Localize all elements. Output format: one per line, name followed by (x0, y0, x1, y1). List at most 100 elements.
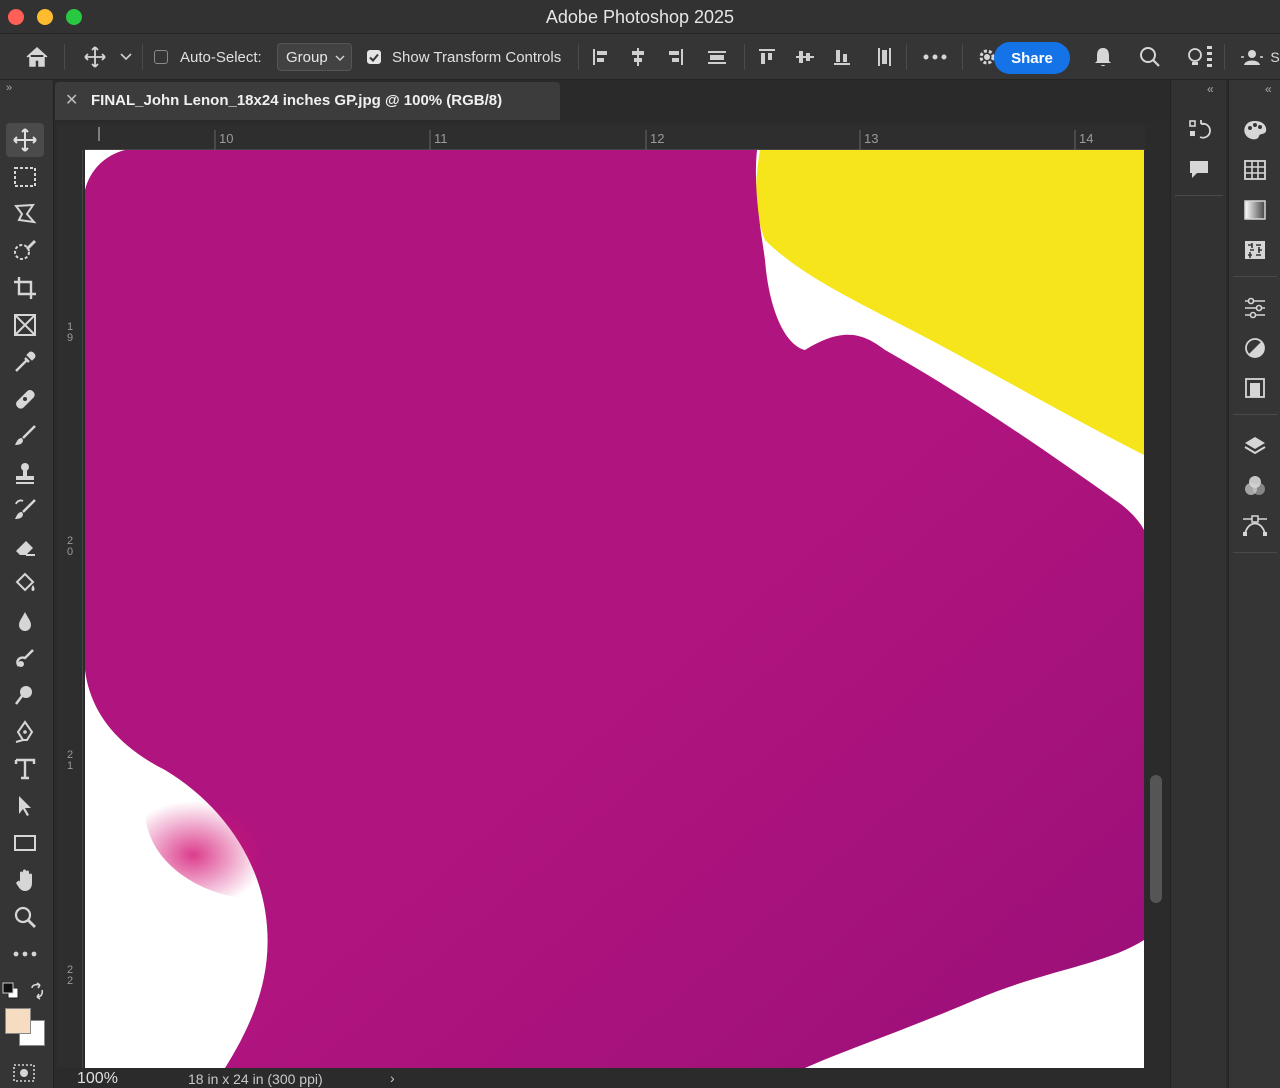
adjustments-panel-button[interactable] (1237, 332, 1273, 364)
search-icon (1140, 47, 1160, 67)
move-tool-preset-button[interactable] (80, 34, 110, 80)
eyedropper-tool[interactable] (6, 345, 44, 379)
rectangle-icon (14, 835, 36, 851)
move-tool[interactable] (6, 123, 44, 157)
quick-mask-button[interactable] (13, 1064, 35, 1087)
move-icon (13, 128, 37, 152)
distribute-vertical-button[interactable] (873, 34, 895, 80)
distribute-horizontal-button[interactable] (705, 34, 729, 80)
crop-tool[interactable] (6, 271, 44, 305)
hand-tool[interactable] (6, 863, 44, 897)
paths-panel-button[interactable] (1237, 510, 1273, 542)
marquee-tool[interactable] (6, 160, 44, 194)
speech-bubble-icon (1190, 161, 1208, 178)
pen-tool[interactable] (6, 715, 44, 749)
layers-icon (1244, 437, 1266, 455)
collapse-panels-icon[interactable]: « (1207, 82, 1214, 96)
channels-panel-button[interactable] (1237, 470, 1273, 502)
object-select-tool[interactable] (6, 234, 44, 268)
brush-tool[interactable] (6, 419, 44, 453)
libraries-panel-button[interactable] (1237, 372, 1273, 404)
chevron-down-icon[interactable] (116, 34, 136, 80)
document-canvas[interactable] (85, 150, 1144, 1068)
more-options-button[interactable] (920, 34, 950, 80)
type-icon (14, 758, 36, 780)
ruler-origin[interactable] (57, 124, 85, 150)
align-bottom-button[interactable] (831, 34, 853, 80)
dodge-tool[interactable] (6, 678, 44, 712)
chevron-right-icon[interactable]: › (390, 1070, 395, 1086)
discover-button[interactable] (1180, 34, 1216, 80)
healing-tool[interactable] (6, 382, 44, 416)
document-info[interactable]: 18 in x 24 in (300 ppi) (188, 1071, 323, 1087)
home-button[interactable] (20, 34, 54, 80)
hand-icon (16, 869, 32, 891)
lightbulb-icon (1188, 46, 1212, 67)
title-bar: Adobe Photoshop 2025 (0, 0, 1280, 34)
zoom-tool[interactable] (6, 900, 44, 934)
sliders-icon (1245, 297, 1265, 319)
notifications-button[interactable] (1090, 34, 1116, 80)
workspace-button[interactable] (1238, 34, 1266, 80)
comments-panel-button[interactable] (1181, 154, 1217, 186)
align-left-button[interactable] (590, 34, 612, 80)
auto-select-checkbox[interactable] (153, 34, 169, 80)
auto-select-mode-dropdown[interactable]: Group (277, 43, 352, 71)
rectangle-tool[interactable] (6, 826, 44, 860)
close-tab-icon[interactable]: ✕ (65, 90, 78, 110)
distribute-icon (708, 51, 726, 64)
document-tab[interactable]: ✕ FINAL_John Lenon_18x24 inches GP.jpg @… (55, 82, 560, 120)
frame-tool[interactable] (6, 308, 44, 342)
show-transform-checkbox[interactable] (366, 34, 382, 80)
paint-bucket-tool[interactable] (6, 567, 44, 601)
zoom-level[interactable]: 100% (77, 1070, 118, 1088)
ruler-label: 22 (66, 964, 74, 987)
vertical-ruler[interactable]: 19 20 21 22 (57, 150, 83, 1068)
smudge-tool[interactable] (6, 641, 44, 675)
collapse-panels-icon[interactable]: « (1265, 82, 1272, 96)
ruler-label: 10 (219, 131, 234, 146)
home-icon (26, 46, 48, 67)
horizontal-ruler[interactable]: 10 11 12 13 14 (85, 124, 1145, 150)
more-tools[interactable] (6, 937, 44, 971)
align-right-button[interactable] (664, 34, 686, 80)
foreground-color-swatch[interactable] (5, 1008, 31, 1034)
arrow-cursor-icon (19, 796, 31, 816)
search-button[interactable] (1137, 34, 1163, 80)
stamp-tool[interactable] (6, 456, 44, 490)
move-icon (84, 46, 106, 68)
blur-tool[interactable] (6, 604, 44, 638)
libraries-icon (1245, 378, 1265, 398)
share-button[interactable]: Share (994, 42, 1070, 74)
type-tool[interactable] (6, 752, 44, 786)
history-brush-icon (15, 499, 36, 519)
gradients-panel-button[interactable] (1237, 194, 1273, 226)
swap-colors-icon[interactable] (28, 982, 46, 1000)
history-panel-button[interactable] (1181, 114, 1217, 146)
swatches-panel-button[interactable] (1237, 154, 1273, 186)
ruler-label: 13 (864, 131, 879, 146)
align-horizontal-center-button[interactable] (627, 34, 649, 80)
paint-bucket-icon (15, 572, 35, 592)
eraser-tool[interactable] (6, 530, 44, 564)
align-top-button[interactable] (756, 34, 778, 80)
droplet-icon (19, 612, 31, 631)
expand-tools-icon[interactable]: » (6, 82, 12, 94)
default-colors-icon[interactable] (2, 982, 20, 1000)
properties-panel-button[interactable] (1237, 292, 1273, 324)
path-select-tool[interactable] (6, 789, 44, 823)
patterns-panel-button[interactable] (1237, 234, 1273, 266)
ruler-label: 19 (66, 321, 74, 344)
crop-icon (14, 277, 36, 299)
color-panel-button[interactable] (1237, 114, 1273, 146)
vertical-scrollbar[interactable] (1150, 775, 1162, 903)
history-brush-tool[interactable] (6, 493, 44, 527)
options-bar: Auto-Select: Group Show Transform Contro… (0, 34, 1280, 80)
eyedropper-icon (15, 351, 36, 372)
align-top-icon (759, 49, 775, 64)
lasso-tool[interactable] (6, 197, 44, 231)
channels-icon (1245, 476, 1265, 495)
align-bottom-icon (834, 50, 850, 65)
layers-panel-button[interactable] (1237, 430, 1273, 462)
align-vertical-center-button[interactable] (794, 34, 816, 80)
